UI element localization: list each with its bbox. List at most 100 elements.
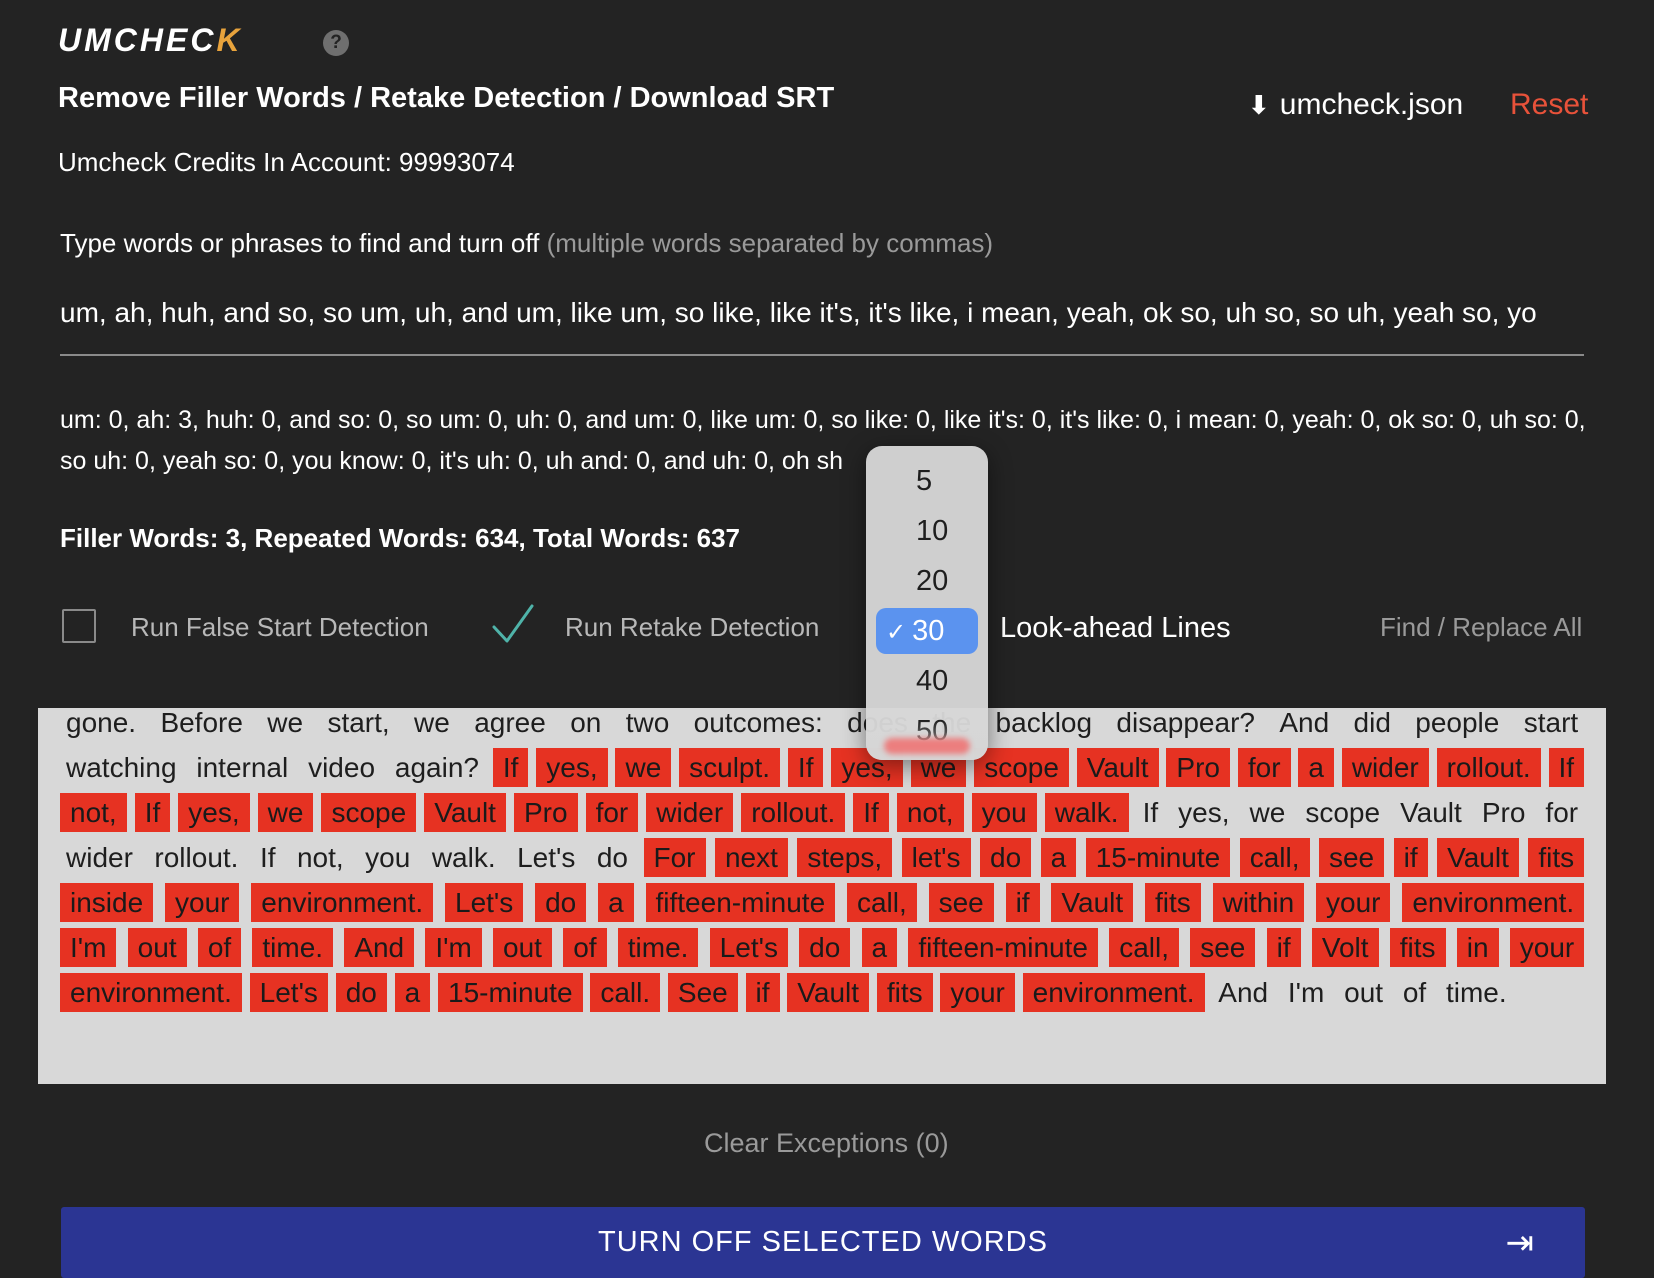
lookahead-option-30[interactable]: ✓ 30 — [876, 608, 978, 654]
highlighted-word[interactable]: Vault — [424, 796, 506, 829]
highlighted-word[interactable]: if — [745, 976, 780, 1009]
highlighted-word[interactable]: environment. — [60, 976, 242, 1009]
highlighted-word[interactable]: your — [1316, 886, 1391, 919]
transcript-word[interactable]: disappear? — [1110, 708, 1261, 739]
highlighted-word[interactable]: do — [535, 886, 587, 919]
transcript-word[interactable]: time. — [1440, 976, 1513, 1009]
transcript-word[interactable]: scope — [1299, 796, 1386, 829]
highlighted-word[interactable]: scope — [974, 751, 1069, 784]
highlighted-word[interactable]: If — [134, 796, 171, 829]
highlighted-word[interactable]: call, — [1109, 931, 1179, 964]
transcript-word[interactable]: agree — [468, 708, 552, 739]
highlighted-word[interactable]: you — [971, 796, 1037, 829]
highlighted-word[interactable]: out — [127, 931, 187, 964]
transcript-word[interactable]: video — [302, 751, 381, 784]
transcript-word[interactable]: Let's — [511, 841, 581, 874]
highlighted-word[interactable]: environment. — [1402, 886, 1585, 919]
highlighted-word[interactable]: walk. — [1044, 796, 1129, 829]
transcript-word[interactable]: do — [591, 841, 634, 874]
highlighted-word[interactable]: For — [643, 841, 706, 874]
retake-check-icon[interactable] — [490, 601, 536, 647]
highlighted-word[interactable]: if — [1005, 886, 1040, 919]
highlighted-word[interactable]: fits — [1389, 931, 1446, 964]
lookahead-option-40[interactable]: 40 — [876, 658, 978, 704]
transcript-word[interactable]: on — [564, 708, 607, 739]
transcript-word[interactable]: internal — [190, 751, 294, 784]
transcript-word[interactable]: out — [1338, 976, 1389, 1009]
highlighted-word[interactable]: If — [853, 796, 889, 829]
highlighted-word[interactable]: if — [1266, 931, 1301, 964]
transcript-word[interactable]: Vault — [1394, 796, 1468, 829]
false-start-checkbox[interactable] — [62, 609, 96, 643]
highlighted-word[interactable]: Pro — [513, 796, 578, 829]
highlighted-word[interactable]: 15-minute — [1085, 841, 1231, 874]
lookahead-option-20[interactable]: 20 — [876, 558, 978, 604]
transcript-word[interactable]: not, — [291, 841, 350, 874]
lookahead-option-10[interactable]: 10 — [876, 508, 978, 554]
highlighted-word[interactable]: your — [940, 976, 1015, 1009]
highlighted-word[interactable]: If — [787, 751, 824, 784]
highlighted-word[interactable]: for — [1237, 751, 1291, 784]
highlighted-word[interactable]: scope — [321, 796, 417, 829]
highlighted-word[interactable]: time. — [252, 931, 334, 964]
transcript-word[interactable]: start, — [321, 708, 395, 739]
highlighted-word[interactable]: I'm — [425, 931, 482, 964]
transcript-word[interactable]: people — [1409, 708, 1505, 739]
highlighted-word[interactable]: do — [799, 931, 851, 964]
highlighted-word[interactable]: let's — [901, 841, 971, 874]
highlighted-word[interactable]: a — [861, 931, 898, 964]
help-icon[interactable]: ? — [323, 30, 349, 56]
highlighted-word[interactable]: I'm — [60, 931, 117, 964]
turn-off-selected-words-button[interactable]: TURN OFF SELECTED WORDS ⇥ — [61, 1207, 1585, 1278]
transcript-word[interactable]: yes, — [1172, 796, 1235, 829]
highlighted-word[interactable]: 15-minute — [438, 976, 583, 1009]
highlighted-word[interactable]: rollout. — [1436, 751, 1541, 784]
highlighted-word[interactable]: call, — [1239, 841, 1310, 874]
transcript-word[interactable]: Before — [154, 708, 249, 739]
highlighted-word[interactable]: Vault — [1076, 751, 1159, 784]
highlighted-word[interactable]: wider — [1341, 751, 1429, 784]
highlighted-word[interactable]: a — [598, 886, 634, 919]
transcript-word[interactable]: you — [359, 841, 416, 874]
find-replace-all-link[interactable]: Find / Replace All — [1380, 612, 1582, 643]
highlighted-word[interactable]: yes, — [536, 751, 608, 784]
highlighted-word[interactable]: fifteen-minute — [645, 886, 836, 919]
transcript-word[interactable]: If — [1137, 796, 1165, 829]
transcript-word[interactable]: backlog — [990, 708, 1099, 739]
highlighted-word[interactable]: If — [1548, 751, 1585, 784]
highlighted-word[interactable]: fits — [1528, 841, 1585, 874]
transcript-word[interactable]: we — [261, 708, 309, 739]
highlighted-word[interactable]: Pro — [1166, 751, 1230, 784]
transcript-word[interactable]: gone. — [60, 708, 142, 739]
highlighted-word[interactable]: environment. — [1022, 976, 1205, 1009]
highlighted-word[interactable]: If — [492, 751, 529, 784]
highlighted-word[interactable]: Let's — [249, 976, 328, 1009]
transcript-word[interactable]: for — [1539, 796, 1584, 829]
highlighted-word[interactable]: fits — [1144, 886, 1201, 919]
download-json-link[interactable]: ⬇ umcheck.json — [1248, 88, 1463, 122]
clear-exceptions-button[interactable]: Clear Exceptions (0) — [704, 1128, 949, 1159]
highlighted-word[interactable]: steps, — [797, 841, 893, 874]
transcript-word[interactable]: start — [1518, 708, 1584, 739]
transcript-word[interactable]: two — [620, 708, 676, 739]
highlighted-word[interactable]: we — [615, 751, 672, 784]
transcript-word[interactable]: again? — [389, 751, 485, 784]
highlighted-word[interactable]: of — [197, 931, 242, 964]
highlighted-word[interactable]: yes, — [178, 796, 250, 829]
transcript-word[interactable]: Pro — [1476, 796, 1532, 829]
highlighted-word[interactable]: your — [1509, 931, 1585, 964]
transcript-word[interactable]: rollout. — [148, 841, 244, 874]
highlighted-word[interactable]: rollout. — [741, 796, 846, 829]
highlighted-word[interactable]: sculpt. — [679, 751, 781, 784]
highlighted-word[interactable]: for — [585, 796, 639, 829]
highlighted-word[interactable]: time. — [617, 931, 699, 964]
transcript-word[interactable]: we — [408, 708, 456, 739]
reset-button[interactable]: Reset — [1510, 88, 1588, 122]
transcript-word[interactable]: wider — [60, 841, 139, 874]
highlighted-word[interactable]: call. — [590, 976, 661, 1009]
highlighted-word[interactable]: not, — [60, 796, 127, 829]
highlighted-word[interactable]: environment. — [251, 886, 434, 919]
transcript-word[interactable]: And — [1212, 976, 1274, 1009]
highlighted-word[interactable]: See — [667, 976, 738, 1009]
highlighted-word[interactable]: a — [1040, 841, 1077, 874]
